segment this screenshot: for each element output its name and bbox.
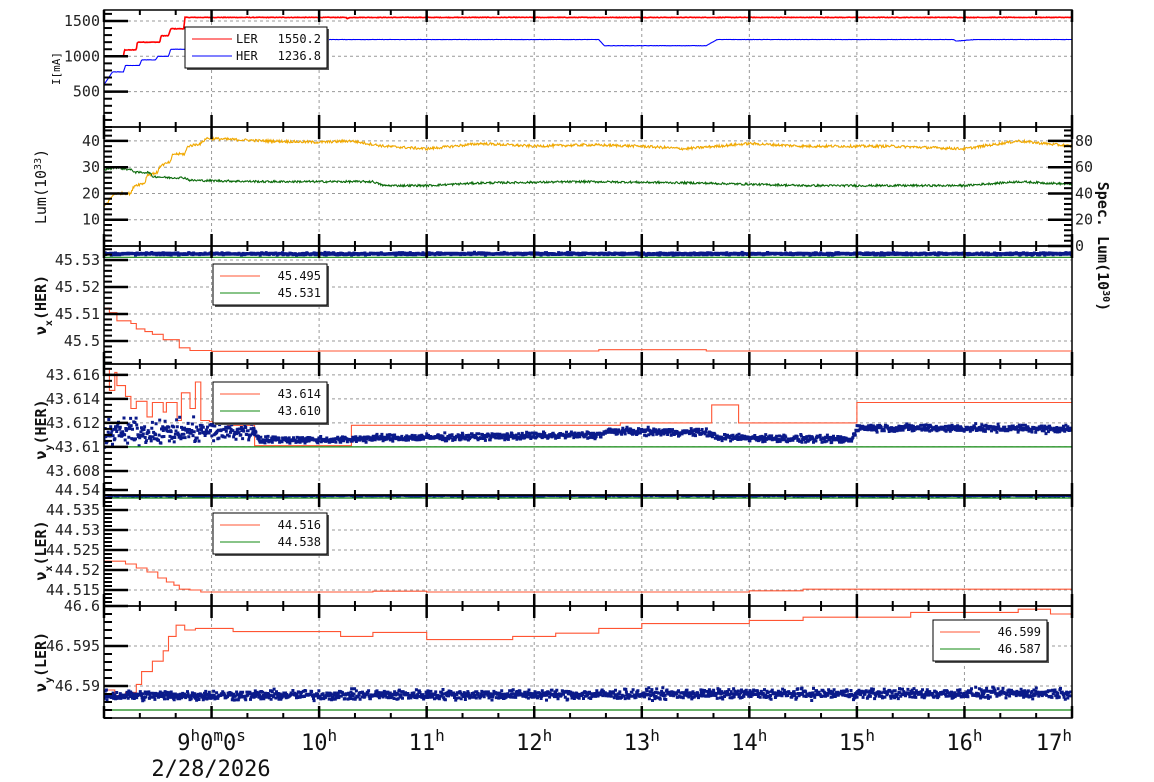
- legend-value: 46.587: [998, 642, 1041, 656]
- y-tick-label: 20: [82, 184, 100, 202]
- legend-value: 1550.2: [278, 32, 321, 46]
- y-tick-label: 44.54: [55, 481, 100, 499]
- x-tick-label: 16h: [946, 726, 982, 757]
- y-axis-label: I[mA]: [50, 52, 63, 85]
- y-tick-label: 46.595: [46, 637, 100, 655]
- series-ler-y-tune-measured: [104, 685, 1072, 703]
- y-tick-label: 45.5: [64, 332, 100, 350]
- right-tick-label: 0: [1075, 237, 1084, 255]
- y-tick-label: 46.6: [64, 597, 100, 615]
- series-ler-x-tune-set: [104, 560, 1072, 593]
- series-specific-luminosity: [104, 165, 1072, 189]
- series-luminosity: [104, 136, 1072, 207]
- legend-value: 45.531: [278, 286, 321, 300]
- legend-label: LER: [236, 32, 258, 46]
- right-tick-label: 20: [1075, 211, 1093, 229]
- series-her-x-tune-set: [104, 307, 1072, 352]
- y-tick-label: 1000: [64, 47, 100, 65]
- y-tick-label: 500: [73, 83, 100, 101]
- x-tick-label: 13h: [624, 726, 660, 757]
- x-tick-label: 17h: [1036, 726, 1072, 757]
- legend-label: HER: [236, 49, 258, 63]
- legend-current: LER 1550.2 HER 1236.8: [184, 26, 329, 70]
- y-tick-label: 43.614: [46, 390, 100, 408]
- y-tick-label: 43.612: [46, 414, 100, 432]
- right-axis-label: Spec. Lum(1030): [1094, 182, 1112, 311]
- x-tick-label: 10h: [301, 726, 337, 757]
- y-tick-label: 44.525: [46, 541, 100, 559]
- legend-nuy-ler: 46.599 46.587: [932, 619, 1049, 663]
- panel-nuy-ler-frame: [103, 605, 1073, 719]
- right-tick-label: 60: [1075, 158, 1093, 176]
- panel-nuy-ler-series: [104, 608, 1072, 711]
- y-tick-label: 44.52: [55, 561, 100, 579]
- y-tick-label: 44.535: [46, 501, 100, 519]
- x-tick-label: 12h: [516, 726, 552, 757]
- y-tick-label: 43.61: [55, 438, 100, 456]
- y-tick-label: 10: [82, 211, 100, 229]
- legend-value: 46.599: [998, 625, 1041, 639]
- x-tick-label: 15h: [839, 726, 875, 757]
- panel-luminosity-series: [104, 136, 1072, 207]
- series-her-x-tune-measured: [104, 250, 1072, 257]
- y-tick-label: 45.51: [55, 305, 100, 323]
- y-tick-label: 45.52: [55, 278, 100, 296]
- y-tick-label: 43.616: [46, 366, 100, 384]
- legend-nux-ler: 44.516 44.538: [212, 512, 329, 556]
- legend-value: 1236.8: [278, 49, 321, 63]
- y-axis-label: νx(HER): [32, 275, 55, 335]
- right-tick-label: 40: [1075, 184, 1093, 202]
- legend-value: 44.538: [278, 535, 321, 549]
- y-tick-label: 30: [82, 158, 100, 176]
- y-tick-label: 43.608: [46, 462, 100, 480]
- right-tick-label: 80: [1075, 132, 1093, 150]
- legend-value: 43.614: [278, 387, 321, 401]
- y-tick-label: 46.59: [55, 677, 100, 695]
- legend-value: 44.516: [278, 518, 321, 532]
- series-ler-y-tune-set: [104, 608, 1072, 697]
- x-tick-label: 11h: [409, 726, 445, 757]
- x-tick-label: 9h0m0s: [177, 726, 246, 757]
- y-tick-label: 40: [82, 132, 100, 150]
- legend-value: 45.495: [278, 269, 321, 283]
- y-tick-label: 1500: [64, 12, 100, 30]
- date-label: 2/28/2026: [151, 757, 270, 782]
- legend-nux-her: 45.495 45.531: [212, 263, 329, 307]
- legend-value: 43.610: [278, 404, 321, 418]
- y-axis-label: Lum(1033): [32, 149, 50, 224]
- y-tick-label: 44.53: [55, 521, 100, 539]
- x-tick-label: 14h: [731, 726, 767, 757]
- legend-layer: LER 1550.2HER 1236.845.49545.53143.61443.6…: [184, 26, 1049, 663]
- legend-nuy-her: 43.614 43.610: [212, 381, 329, 425]
- tune-luminosity-chart: 500 1000 1500 I[mA] 10 20 30 40 Lum(1033) 0 20 40 60…: [32, 9, 1112, 782]
- y-tick-label: 45.53: [55, 251, 100, 269]
